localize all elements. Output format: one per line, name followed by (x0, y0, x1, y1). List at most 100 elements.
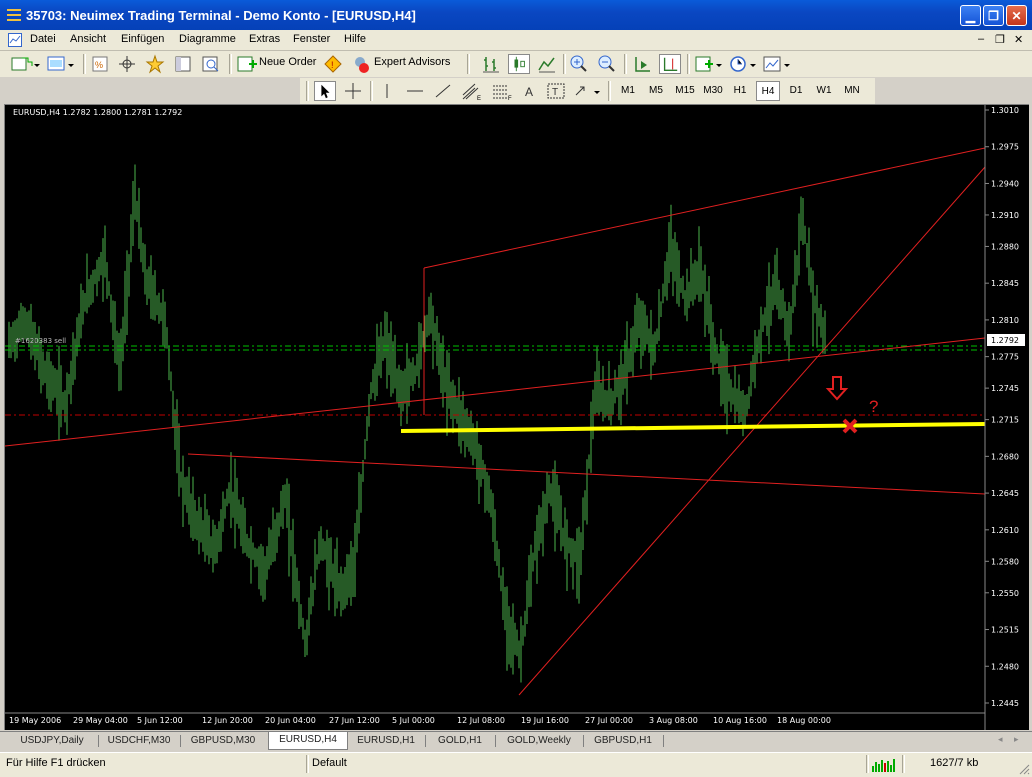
crosshair-icon[interactable] (342, 81, 364, 101)
timeframe-m5[interactable]: M5 (644, 81, 668, 101)
price-label: 1.3010 (991, 106, 1019, 115)
price-label: 1.2940 (991, 179, 1019, 188)
time-label: 3 Aug 08:00 (649, 716, 698, 725)
periods-icon[interactable] (728, 54, 758, 74)
terminal-icon[interactable] (173, 54, 193, 74)
resize-grip-icon[interactable] (1018, 763, 1030, 775)
menu-bar: Datei Ansicht Einfügen Diagramme Extras … (0, 30, 1032, 51)
profiles-icon[interactable] (46, 54, 76, 74)
price-axis-labels: 1.3010 1.2975 1.2940 1.2910 1.2880 1.2845 1.28… (985, 106, 1019, 708)
tab-usdjpy-daily[interactable]: USDJPY,Daily (6, 733, 98, 748)
menu-fenster[interactable]: Fenster (293, 33, 330, 45)
trendline-icon[interactable] (432, 81, 454, 101)
price-label: 1.2845 (991, 279, 1019, 288)
bar-chart-icon[interactable] (480, 54, 502, 74)
channel-upper-line[interactable] (423, 147, 986, 269)
equidistant-channel-icon[interactable]: E (460, 81, 484, 101)
tab-gold-weekly[interactable]: GOLD,Weekly (496, 733, 582, 748)
expert-advisors-button[interactable]: Expert Advisors (374, 56, 450, 68)
cursor-icon[interactable] (314, 81, 336, 101)
timeframe-w1[interactable]: W1 (812, 81, 836, 101)
chart-window[interactable]: 1.3010 1.2975 1.2940 1.2910 1.2880 1.2845 1.28… (4, 104, 1029, 730)
price-label: 1.2480 (991, 662, 1019, 671)
rising-trendline[interactable] (518, 166, 986, 696)
time-label: 12 Jul 08:00 (457, 716, 505, 725)
maximize-button[interactable]: ❐ (983, 5, 1004, 26)
price-label: 1.2910 (991, 211, 1019, 220)
line-chart-icon[interactable] (536, 54, 558, 74)
favorites-icon[interactable] (144, 54, 166, 74)
market-watch-icon[interactable]: % (90, 54, 110, 74)
price-label: 1.2610 (991, 526, 1019, 535)
tab-usdchf-m30[interactable]: USDCHF,M30 (99, 733, 179, 748)
close-button[interactable]: ✕ (1006, 5, 1027, 26)
fibonacci-icon[interactable]: F (490, 81, 514, 101)
timeframe-h1[interactable]: H1 (728, 81, 752, 101)
vertical-line-icon[interactable] (376, 81, 398, 101)
text-label-icon[interactable]: T (545, 81, 567, 101)
question-mark: ? (869, 397, 878, 416)
timeframe-m1[interactable]: M1 (616, 81, 640, 101)
tab-scroll-right-icon[interactable]: ▸ (1014, 734, 1019, 745)
new-order-icon[interactable] (236, 54, 258, 74)
price-label: 1.2775 (991, 353, 1019, 362)
timeframe-mn[interactable]: MN (840, 81, 864, 101)
timeframe-m15[interactable]: M15 (672, 81, 698, 101)
candlestick-chart-icon[interactable] (508, 54, 530, 74)
price-chart[interactable]: 1.3010 1.2975 1.2940 1.2910 1.2880 1.2845 1.28… (5, 105, 1029, 730)
window-title: 35703: Neuimex Trading Terminal - Demo K… (26, 8, 416, 23)
horizontal-line-icon[interactable] (404, 81, 426, 101)
chart-shift-icon[interactable] (659, 54, 681, 74)
timeframe-d1[interactable]: D1 (784, 81, 808, 101)
zoom-out-icon[interactable] (596, 54, 618, 74)
tab-gbpusd-h1[interactable]: GBPUSD,H1 (584, 733, 662, 748)
menu-diagramme[interactable]: Diagramme (179, 33, 236, 45)
menu-ansicht[interactable]: Ansicht (70, 33, 106, 45)
drawing-toolbar: E F A T M1 M5 M15 M30 H1 H4 D1 W1 MN (300, 78, 875, 104)
price-label: 1.2550 (991, 589, 1019, 598)
price-label: 1.2580 (991, 557, 1019, 566)
indicators-icon[interactable] (694, 54, 724, 74)
text-icon[interactable]: A (520, 81, 540, 101)
menu-datei[interactable]: Datei (30, 33, 56, 45)
svg-text:T: T (552, 87, 558, 98)
svg-text:F: F (508, 96, 512, 101)
time-label: 10 Aug 16:00 (713, 716, 767, 725)
strategy-tester-icon[interactable] (200, 54, 222, 74)
support-line[interactable] (400, 422, 986, 433)
tab-eurusd-h4[interactable]: EURUSD,H4 (268, 732, 348, 750)
menu-einfuegen[interactable]: Einfügen (121, 33, 164, 45)
expert-advisors-icon[interactable] (350, 54, 372, 74)
chart-info: EURUSD,H4 1.2782 1.2800 1.2781 1.2792 (13, 108, 183, 117)
price-label: 1.2645 (991, 489, 1019, 498)
timeframe-m30[interactable]: M30 (700, 81, 726, 101)
mdi-restore-button[interactable]: ❐ (995, 33, 1005, 46)
tab-gold-h1[interactable]: GOLD,H1 (426, 733, 494, 748)
menu-hilfe[interactable]: Hilfe (344, 33, 366, 45)
time-label: 27 Jul 00:00 (585, 716, 633, 725)
experts-toggle-icon[interactable]: ! (322, 54, 344, 74)
chart-tabs: USDJPY,Daily USDCHF,M30 GBPUSD,M30 EURUS… (0, 731, 1032, 750)
tab-eurusd-h1[interactable]: EURUSD,H1 (348, 733, 424, 748)
navigator-icon[interactable] (117, 54, 137, 74)
mdi-close-button[interactable]: ✕ (1014, 33, 1023, 46)
templates-icon[interactable] (762, 54, 792, 74)
price-label: 1.2810 (991, 316, 1019, 325)
timeframe-h4[interactable]: H4 (756, 81, 780, 101)
price-bars (8, 164, 826, 683)
auto-scroll-icon[interactable] (631, 54, 653, 74)
tab-scroll-left-icon[interactable]: ◂ (998, 734, 1003, 745)
arrows-icon[interactable] (572, 81, 604, 101)
app-menu-icon[interactable] (6, 7, 22, 23)
new-order-button[interactable]: Neue Order (259, 56, 316, 68)
current-price-label: 1.2792 (991, 336, 1019, 345)
chart-window-icon[interactable] (8, 33, 22, 47)
price-label: 1.2745 (991, 384, 1019, 393)
standard-toolbar: % Neue Order ! Expert Advisors (0, 51, 1032, 77)
zoom-in-icon[interactable] (568, 54, 590, 74)
minimize-button[interactable]: ▁ (960, 5, 981, 26)
tab-gbpusd-m30[interactable]: GBPUSD,M30 (181, 733, 265, 748)
new-chart-icon[interactable] (10, 54, 40, 74)
menu-extras[interactable]: Extras (249, 33, 280, 45)
mdi-minimize-button[interactable]: – (978, 33, 984, 45)
